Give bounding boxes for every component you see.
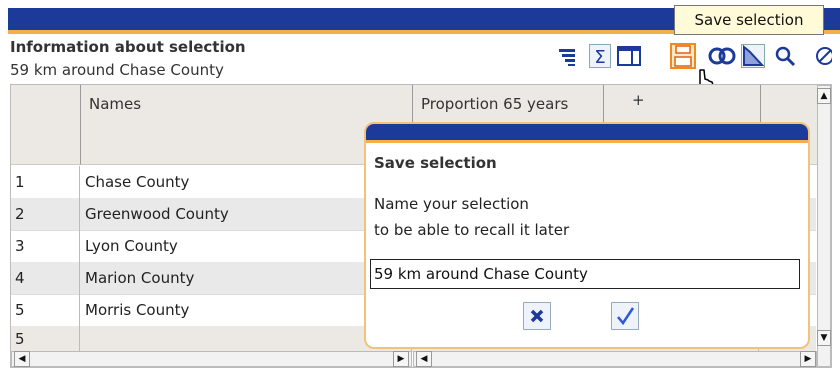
row-name-cell: Greenwood County — [81, 198, 412, 230]
row-number-header — [11, 85, 81, 165]
columns-icon[interactable] — [614, 42, 644, 70]
scroll-up-arrow-icon[interactable]: ▲ — [817, 88, 831, 104]
vertical-scrollbar[interactable]: ▲ ▼ — [817, 85, 831, 367]
row-name-cell: Morris County — [81, 294, 412, 326]
confirm-button[interactable] — [611, 302, 639, 330]
selection-name-input[interactable] — [370, 259, 800, 289]
horizontal-scrollbar-right[interactable]: ◀ ▶ — [413, 351, 817, 367]
row-name-cell: Lyon County — [81, 230, 412, 262]
row-number: 1 — [11, 166, 80, 198]
link-rings-icon[interactable] — [707, 42, 737, 70]
dialog-title: Save selection — [374, 154, 497, 172]
dialog-title-bar — [366, 124, 808, 143]
column-header-label: Names — [89, 95, 142, 113]
row-number: 5 — [11, 294, 80, 326]
panel-subtitle: 59 km around Chase County — [10, 61, 224, 79]
scroll-right-arrow-icon[interactable]: ▶ — [800, 351, 816, 367]
row-name-cell: Chase County — [81, 166, 412, 198]
column-header-label: Proportion 65 years — [421, 95, 569, 113]
scroll-right-arrow-icon[interactable]: ▶ — [393, 351, 409, 367]
clear-icon[interactable] — [806, 42, 836, 70]
footer-count: 5 — [11, 326, 80, 351]
column-header-label: + — [632, 91, 645, 109]
row-number: 4 — [11, 262, 80, 294]
save-icon[interactable] — [668, 42, 698, 70]
confirm-check-icon — [617, 307, 635, 326]
save-selection-tooltip: Save selection — [674, 5, 824, 35]
save-selection-dialog: Save selection Name your selection to be… — [364, 122, 810, 349]
cancel-button[interactable] — [523, 302, 551, 330]
scroll-down-arrow-icon[interactable]: ▼ — [817, 330, 831, 346]
horizontal-scrollbar-left[interactable]: ◀ ▶ — [11, 351, 412, 367]
chart-icon[interactable] — [738, 42, 768, 70]
scroll-left-arrow-icon[interactable]: ◀ — [416, 351, 432, 367]
sum-icon[interactable]: Σ — [585, 42, 615, 70]
scroll-left-arrow-icon[interactable]: ◀ — [14, 351, 30, 367]
cancel-icon — [530, 309, 544, 323]
row-name-cell: Marion County — [81, 262, 412, 294]
row-number: 2 — [11, 198, 80, 230]
svg-text:Σ: Σ — [594, 47, 605, 68]
zoom-icon[interactable] — [770, 42, 800, 70]
panel-title: Information about selection — [10, 38, 246, 56]
dialog-instruction-line1: Name your selection — [374, 195, 529, 213]
row-number: 3 — [11, 230, 80, 262]
dialog-instruction-line2: to be able to recall it later — [374, 221, 570, 239]
sort-icon[interactable] — [552, 42, 582, 70]
